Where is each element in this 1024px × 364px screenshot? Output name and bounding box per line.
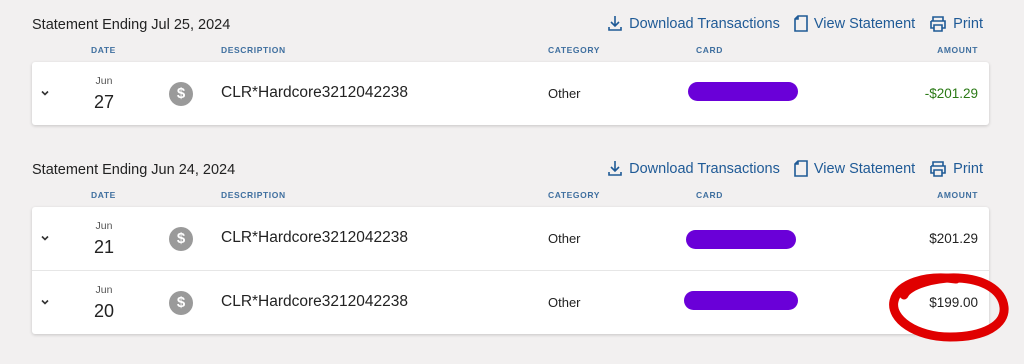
column-headers: DATE DESCRIPTION CATEGORY CARD AMOUNT	[32, 40, 989, 62]
print-label: Print	[953, 15, 983, 32]
column-date: DATE	[91, 190, 116, 200]
statement-section-jun: Statement Ending Jun 24, 2024 Download T…	[32, 157, 989, 334]
transaction-day: 21	[93, 237, 115, 257]
statement-title: Statement Ending Jul 25, 2024	[32, 17, 231, 33]
download-icon	[608, 161, 622, 176]
transaction-amount: $199.00	[929, 295, 978, 310]
card-redaction	[686, 230, 796, 249]
column-description: DESCRIPTION	[221, 190, 286, 200]
column-category: CATEGORY	[548, 45, 601, 55]
transaction-category: Other	[548, 231, 581, 246]
view-statement-button[interactable]: View Statement	[794, 15, 915, 32]
statement-header: Statement Ending Jun 24, 2024 Download T…	[32, 157, 989, 185]
statement-section-jul: Statement Ending Jul 25, 2024 Download T…	[32, 12, 989, 125]
column-card: CARD	[696, 45, 723, 55]
transaction-description: CLR*Hardcore3212042238	[221, 293, 408, 310]
download-transactions-label: Download Transactions	[629, 160, 780, 177]
transaction-description: CLR*Hardcore3212042238	[221, 229, 408, 246]
view-statement-label: View Statement	[813, 15, 916, 32]
view-statement-label: View Statement	[813, 160, 916, 177]
transaction-category: Other	[548, 295, 581, 310]
transaction-day: 20	[93, 301, 115, 321]
transaction-category: Other	[548, 86, 581, 101]
column-card: CARD	[696, 190, 723, 200]
transaction-description: CLR*Hardcore3212042238	[221, 84, 408, 101]
print-button[interactable]: Print	[929, 161, 983, 177]
download-transactions-button[interactable]: Download Transactions	[607, 15, 780, 32]
document-icon	[794, 160, 808, 177]
card-redaction	[684, 291, 798, 310]
transaction-amount: -$201.29	[924, 86, 978, 101]
transaction-month: Jun	[95, 220, 113, 232]
column-headers: DATE DESCRIPTION CATEGORY CARD AMOUNT	[32, 185, 989, 207]
column-amount: AMOUNT	[937, 45, 978, 55]
transaction-row[interactable]: Jun 20 $ CLR*Hardcore3212042238 Other $1…	[32, 271, 989, 334]
download-transactions-button[interactable]: Download Transactions	[607, 160, 780, 177]
print-label: Print	[953, 160, 983, 177]
statement-actions: Download Transactions View Statement Pri…	[593, 160, 983, 177]
column-date: DATE	[91, 45, 116, 55]
download-transactions-label: Download Transactions	[629, 15, 780, 32]
print-button[interactable]: Print	[929, 16, 983, 32]
view-statement-button[interactable]: View Statement	[794, 160, 915, 177]
transaction-amount: $201.29	[929, 231, 978, 246]
column-amount: AMOUNT	[937, 190, 978, 200]
document-icon	[794, 15, 808, 32]
statement-title: Statement Ending Jun 24, 2024	[32, 162, 236, 178]
chevron-down-icon[interactable]	[39, 87, 51, 99]
printer-icon	[930, 15, 946, 32]
chevron-down-icon[interactable]	[39, 296, 51, 308]
chevron-down-icon[interactable]	[39, 232, 51, 244]
transaction-day: 27	[93, 92, 115, 112]
dollar-icon: $	[169, 227, 193, 251]
transaction-month: Jun	[95, 75, 113, 87]
transaction-row[interactable]: Jun 27 $ CLR*Hardcore3212042238 Other -$…	[32, 62, 989, 125]
column-category: CATEGORY	[548, 190, 601, 200]
download-icon	[608, 16, 622, 31]
printer-icon	[930, 160, 946, 177]
statement-actions: Download Transactions View Statement Pri…	[593, 15, 983, 32]
transaction-row[interactable]: Jun 21 $ CLR*Hardcore3212042238 Other $2…	[32, 207, 989, 271]
column-description: DESCRIPTION	[221, 45, 286, 55]
card-redaction	[688, 82, 798, 101]
transaction-month: Jun	[95, 284, 113, 296]
transactions-panel: Jun 21 $ CLR*Hardcore3212042238 Other $2…	[32, 207, 989, 334]
dollar-icon: $	[169, 82, 193, 106]
statement-header: Statement Ending Jul 25, 2024 Download T…	[32, 12, 989, 40]
dollar-icon: $	[169, 291, 193, 315]
transactions-panel: Jun 27 $ CLR*Hardcore3212042238 Other -$…	[32, 62, 989, 125]
